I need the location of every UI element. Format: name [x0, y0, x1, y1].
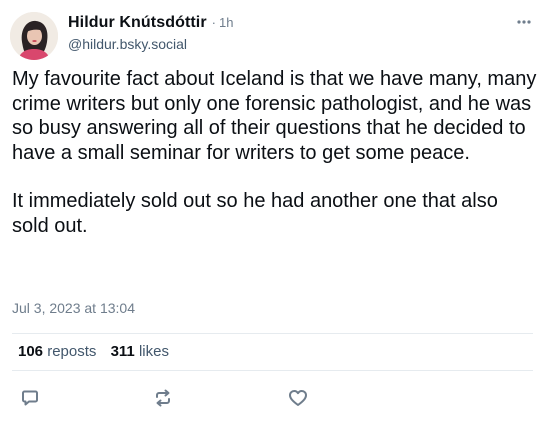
reply-bubble-icon — [22, 390, 38, 406]
post-body: My favourite fact about Iceland is that … — [12, 67, 537, 238]
reposts-count: 106 — [18, 343, 44, 360]
more-options-button[interactable] — [513, 14, 535, 30]
avatar-image — [10, 12, 58, 60]
reposts-label: reposts — [47, 343, 97, 360]
post-paragraph: My favourite fact about Iceland is that … — [12, 68, 537, 164]
display-name[interactable]: Hildur Knútsdóttir — [68, 14, 207, 32]
reply-button[interactable] — [18, 386, 42, 410]
post-paragraph: It immediately sold out so he had anothe… — [12, 190, 498, 237]
repost-button[interactable] — [151, 386, 175, 410]
likes-count: 311 — [110, 343, 135, 360]
like-button[interactable] — [286, 386, 310, 410]
repost-arrows-icon — [156, 389, 170, 407]
ellipsis-icon — [517, 20, 531, 24]
likes-stat[interactable]: 311 likes — [111, 343, 169, 360]
post-card: Hildur Knútsdóttir · 1h @hildur.bsky.soc… — [0, 0, 545, 422]
divider — [12, 333, 533, 334]
post-date: Jul 3, 2023 at 13:04 — [12, 300, 135, 316]
divider — [12, 370, 533, 371]
reposts-stat[interactable]: 106 reposts — [18, 343, 96, 360]
separator-dot: · — [211, 15, 217, 30]
likes-label: likes — [138, 343, 169, 360]
avatar[interactable] — [10, 12, 58, 60]
engagement-stats: 106 reposts 311 likes — [18, 343, 179, 360]
post-header: Hildur Knútsdóttir · 1h @hildur.bsky.soc… — [68, 14, 533, 54]
timestamp-relative[interactable]: 1h — [219, 15, 233, 30]
action-bar — [0, 386, 545, 410]
heart-icon — [289, 390, 307, 406]
name-row: Hildur Knútsdóttir · 1h — [68, 14, 533, 32]
user-handle[interactable]: @hildur.bsky.social — [68, 36, 533, 52]
